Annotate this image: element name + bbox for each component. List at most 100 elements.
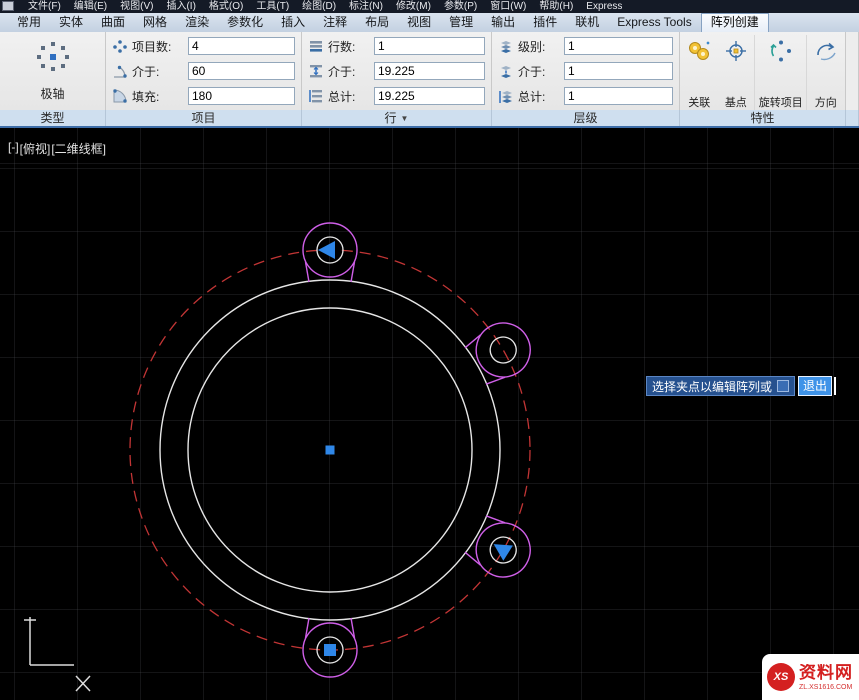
panel-levels: 级别: 介于: 总计: (492, 32, 680, 110)
panel-items: 项目数: 介于: 填充: (106, 32, 302, 110)
menu-help[interactable]: 帮助(H) (539, 1, 573, 13)
menu-dimension[interactable]: 标注(N) (349, 1, 383, 13)
levels-between-icon (498, 63, 514, 79)
tab-parametric[interactable]: 参数化 (218, 14, 272, 31)
watermark: XS 资料网 ZL.XS1616.COM (762, 654, 859, 700)
polar-array-icon (35, 40, 71, 77)
menu-express[interactable]: Express (586, 1, 622, 13)
rows-total-label: 总计: (328, 88, 370, 105)
menu-modify[interactable]: 修改(M) (396, 1, 431, 13)
base-point-label: 基点 (725, 98, 747, 109)
levels-between-input[interactable] (564, 62, 673, 80)
caption-rows-dropdown-icon[interactable]: ▼ (401, 114, 409, 123)
ribbon: 极轴 项目数: 介于: (0, 32, 859, 110)
tab-render[interactable]: 渲染 (176, 14, 218, 31)
rows-between-label: 介于: (328, 63, 370, 80)
caption-type: 类型 (0, 110, 106, 126)
items-fill-angle-input[interactable] (188, 87, 295, 105)
drawing-canvas[interactable]: [-] [俯视] [二维线框] 选择夹点以编辑阵列或 退出 XS 资料网 ZL.… (0, 128, 859, 700)
menu-file[interactable]: 文件(F) (28, 1, 61, 13)
rows-count-input[interactable] (374, 37, 485, 55)
tab-express-tools[interactable]: Express Tools (608, 14, 700, 31)
tab-online[interactable]: 联机 (566, 14, 608, 31)
base-point-button[interactable]: 基点 (718, 35, 755, 110)
rows-between-input[interactable] (374, 62, 485, 80)
items-fill-angle-label: 填充: (132, 88, 184, 105)
viewport-view-control[interactable]: [俯视] (20, 140, 51, 157)
tab-manage[interactable]: 管理 (440, 14, 482, 31)
menu-draw[interactable]: 绘图(D) (302, 1, 336, 13)
associative-icon (686, 38, 712, 67)
tab-layout[interactable]: 布局 (356, 14, 398, 31)
polar-array-label: 极轴 (40, 85, 64, 102)
caption-levels: 层级 (492, 110, 680, 126)
rows-total-input[interactable] (374, 87, 485, 105)
menu-format[interactable]: 格式(O) (209, 1, 243, 13)
tab-array-creation[interactable]: 阵列创建 (701, 13, 769, 32)
grip-item-square-bottom[interactable] (324, 644, 336, 656)
watermark-domain: ZL.XS1616.COM (799, 684, 853, 691)
rows-total-icon (308, 88, 324, 104)
grip-edit-tooltip: 选择夹点以编辑阵列或 退出 (646, 376, 836, 396)
ucs-icon[interactable] (24, 617, 90, 691)
watermark-title: 资料网 (799, 664, 853, 681)
tab-mesh[interactable]: 网格 (134, 14, 176, 31)
rows-count-label: 行数: (328, 38, 370, 55)
caption-clipped (846, 110, 859, 126)
rows-count-icon (308, 38, 324, 54)
exit-option-button[interactable]: 退出 (798, 376, 832, 396)
tab-view[interactable]: 视图 (398, 14, 440, 31)
levels-count-label: 级别: (518, 38, 560, 55)
menu-view[interactable]: 视图(V) (120, 1, 153, 13)
viewport-visual-style-control[interactable]: [二维线框] (51, 140, 106, 157)
panel-caption-row: 类型 项目 行▼ 层级 特性 (0, 110, 859, 128)
associative-label: 关联 (688, 98, 710, 109)
app-icon (2, 1, 14, 11)
ear-outline (466, 313, 540, 387)
ribbon-clipped-panel (846, 32, 859, 110)
tab-solid[interactable]: 实体 (50, 14, 92, 31)
tab-surface[interactable]: 曲面 (92, 14, 134, 31)
menu-tools[interactable]: 工具(T) (256, 1, 289, 13)
menu-parametric[interactable]: 参数(P) (444, 1, 477, 13)
tab-insert[interactable]: 插入 (272, 14, 314, 31)
grip-rotation-triangle-top[interactable] (318, 241, 335, 259)
caption-items: 项目 (106, 110, 302, 126)
associative-button[interactable]: 关联 (681, 35, 718, 110)
array-item-upper-right[interactable] (462, 313, 540, 389)
items-angle-between-input[interactable] (188, 62, 295, 80)
levels-total-label: 总计: (518, 88, 560, 105)
rotate-items-button[interactable]: 旋转项目 (754, 35, 807, 110)
tab-plugins[interactable]: 插件 (524, 14, 566, 31)
tab-output[interactable]: 输出 (482, 14, 524, 31)
autocad-window: 文件(F) 编辑(E) 视图(V) 插入(I) 格式(O) 工具(T) 绘图(D… (0, 0, 859, 700)
items-angle-between-icon (112, 63, 128, 79)
rows-between-icon (308, 63, 324, 79)
ear-hole (485, 332, 521, 368)
items-count-icon (112, 38, 128, 54)
rotate-items-label: 旋转项目 (759, 98, 803, 109)
menu-bar: 文件(F) 编辑(E) 视图(V) 插入(I) 格式(O) 工具(T) 绘图(D… (0, 0, 859, 13)
caption-rows[interactable]: 行▼ (302, 110, 492, 126)
direction-icon (813, 38, 839, 67)
menu-window[interactable]: 窗口(W) (490, 1, 526, 13)
tooltip-message: 选择夹点以编辑阵列或 (652, 378, 772, 395)
ribbon-tab-bar: 常用 实体 曲面 网格 渲染 参数化 插入 注释 布局 视图 管理 输出 插件 … (0, 13, 859, 32)
tab-annotate[interactable]: 注释 (314, 14, 356, 31)
watermark-logo: XS (767, 663, 795, 691)
direction-button[interactable]: 方向 (807, 35, 844, 110)
levels-total-input[interactable] (564, 87, 673, 105)
items-count-input[interactable] (188, 37, 295, 55)
tooltip-cycle-key-icon[interactable] (777, 380, 789, 392)
levels-count-input[interactable] (564, 37, 673, 55)
panel-type: 极轴 (0, 32, 106, 110)
rotate-items-icon (768, 38, 794, 67)
menu-insert[interactable]: 插入(I) (166, 1, 195, 13)
viewport-menu-control[interactable]: [-] (8, 140, 19, 157)
levels-between-label: 介于: (518, 63, 560, 80)
grip-center-square[interactable] (326, 446, 335, 455)
polar-array-button[interactable]: 极轴 (0, 32, 105, 102)
menu-edit[interactable]: 编辑(E) (74, 1, 107, 13)
items-fill-angle-icon (112, 88, 128, 104)
tab-home[interactable]: 常用 (8, 14, 50, 31)
